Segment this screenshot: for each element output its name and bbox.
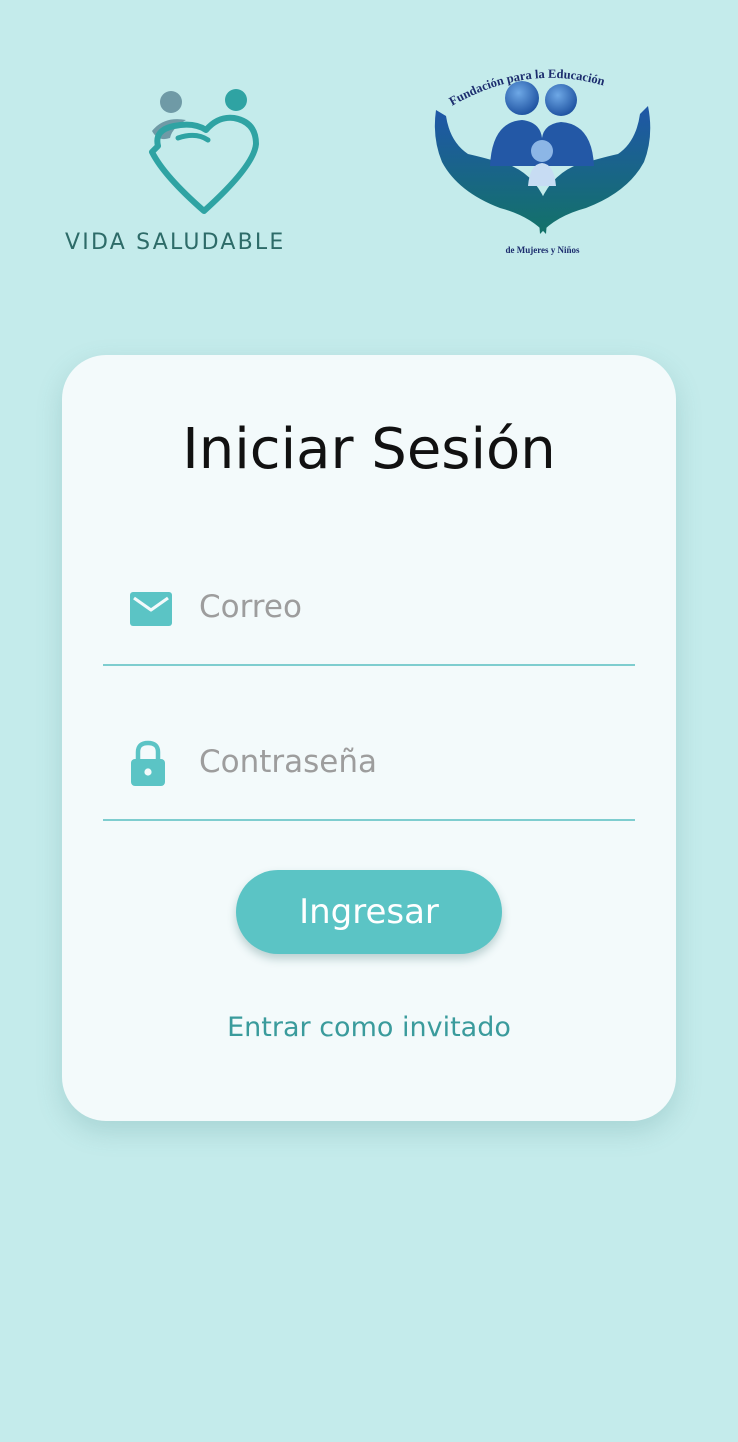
login-card: Iniciar Sesión Ingresar Entrar como invi… (62, 355, 676, 1121)
vida-saludable-logo: VIDA SALUDABLE (62, 82, 352, 272)
guest-login-link[interactable]: Entrar como invitado (62, 1012, 676, 1043)
lock-icon (131, 740, 165, 786)
password-input[interactable] (199, 739, 619, 785)
fundacion-logo: Fundación para la Educación de Mujeres y… (430, 58, 655, 268)
login-button[interactable]: Ingresar (236, 870, 502, 954)
login-title: Iniciar Sesión (182, 417, 556, 482)
fundacion-logo-subtitle: de Mujeres y Niños (505, 245, 580, 255)
hands-family-logo-icon: Fundación para la Educación (434, 67, 651, 234)
header-logos: VIDA SALUDABLE Fundación para la Educaci… (0, 0, 738, 300)
envelope-icon (130, 592, 172, 626)
people-heart-logo-icon (149, 89, 259, 214)
vida-saludable-logo-text: VIDA SALUDABLE (65, 230, 286, 255)
email-field (103, 570, 635, 666)
email-input[interactable] (199, 584, 619, 630)
password-field (103, 725, 635, 821)
